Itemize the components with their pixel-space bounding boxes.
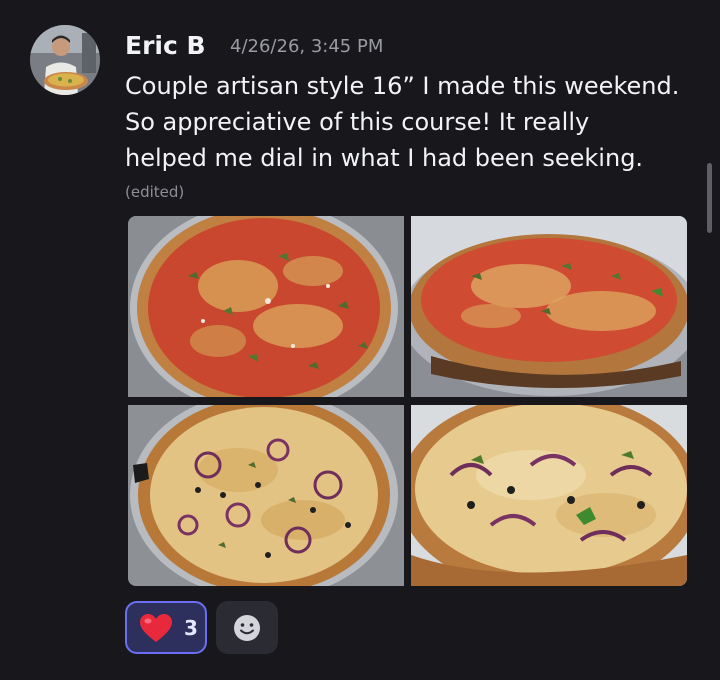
reaction-count: 3: [184, 616, 198, 640]
red-heart-icon: [140, 614, 172, 642]
smiley-add-reaction-icon: [234, 615, 260, 641]
avatar-photo: [30, 25, 100, 95]
add-reaction-button[interactable]: [216, 601, 278, 654]
message-timestamp: 4/26/26, 3:45 PM: [230, 36, 384, 57]
message-line: So appreciative of this course! It reall…: [125, 108, 590, 136]
avatar[interactable]: [30, 25, 100, 95]
pizza-photo-2[interactable]: [411, 216, 687, 397]
message-line: Couple artisan style 16” I made this wee…: [125, 72, 680, 100]
pizza-photo-1[interactable]: [128, 216, 404, 397]
pizza-photo-4[interactable]: [411, 405, 687, 586]
message-line: helped me dial in what I had been seekin…: [125, 144, 644, 172]
heart-reaction-button[interactable]: 3: [125, 601, 207, 654]
image-gallery: [128, 216, 687, 587]
scrollbar[interactable]: [707, 163, 712, 233]
edited-label: (edited): [125, 183, 185, 201]
author-name[interactable]: Eric B: [125, 29, 206, 63]
pizza-photo-3[interactable]: [128, 405, 404, 586]
message-text: Couple artisan style 16” I made this wee…: [125, 68, 700, 176]
